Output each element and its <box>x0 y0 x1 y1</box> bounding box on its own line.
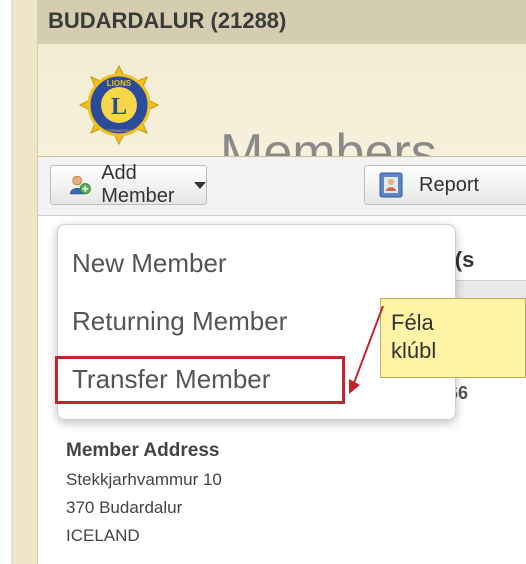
transfer-member-highlight-box <box>55 356 345 404</box>
chevron-down-icon <box>194 181 206 189</box>
address-country: ICELAND <box>66 526 140 545</box>
annotation-callout: Féla klúbl <box>380 298 526 378</box>
lions-logo: L LIONS INTERNATIONAL <box>78 64 160 146</box>
logo-text-top: LIONS <box>107 79 132 88</box>
address-city: 370 Budardalur <box>66 498 183 517</box>
window-left-margin <box>0 0 11 564</box>
report-icon <box>379 172 403 198</box>
page-header: BUDARDALUR (21288) L LIONS INTERNATIONAL… <box>38 0 526 157</box>
left-sidebar-strip <box>13 0 38 564</box>
logo-letter: L <box>111 94 127 120</box>
address-street: Stekkjarhvammur 10 <box>66 470 222 489</box>
member-address-block: Member Address Stekkjarhvammur 10 370 Bu… <box>66 440 222 554</box>
add-member-label: Add Member <box>101 162 175 207</box>
add-user-icon <box>70 175 91 195</box>
page-title: Members <box>220 124 437 156</box>
club-title: BUDARDALUR (21288) <box>48 8 287 33</box>
add-member-button[interactable]: Add Member <box>50 162 207 207</box>
member-address-heading: Member Address <box>66 440 220 461</box>
logo-text-bottom: INTERNATIONAL <box>103 128 135 133</box>
toolbar: Add Member Report <box>38 157 526 216</box>
menu-item-new-member[interactable]: New Member <box>72 243 442 283</box>
report-label: Report <box>419 173 480 196</box>
report-button[interactable]: Report <box>364 165 526 205</box>
